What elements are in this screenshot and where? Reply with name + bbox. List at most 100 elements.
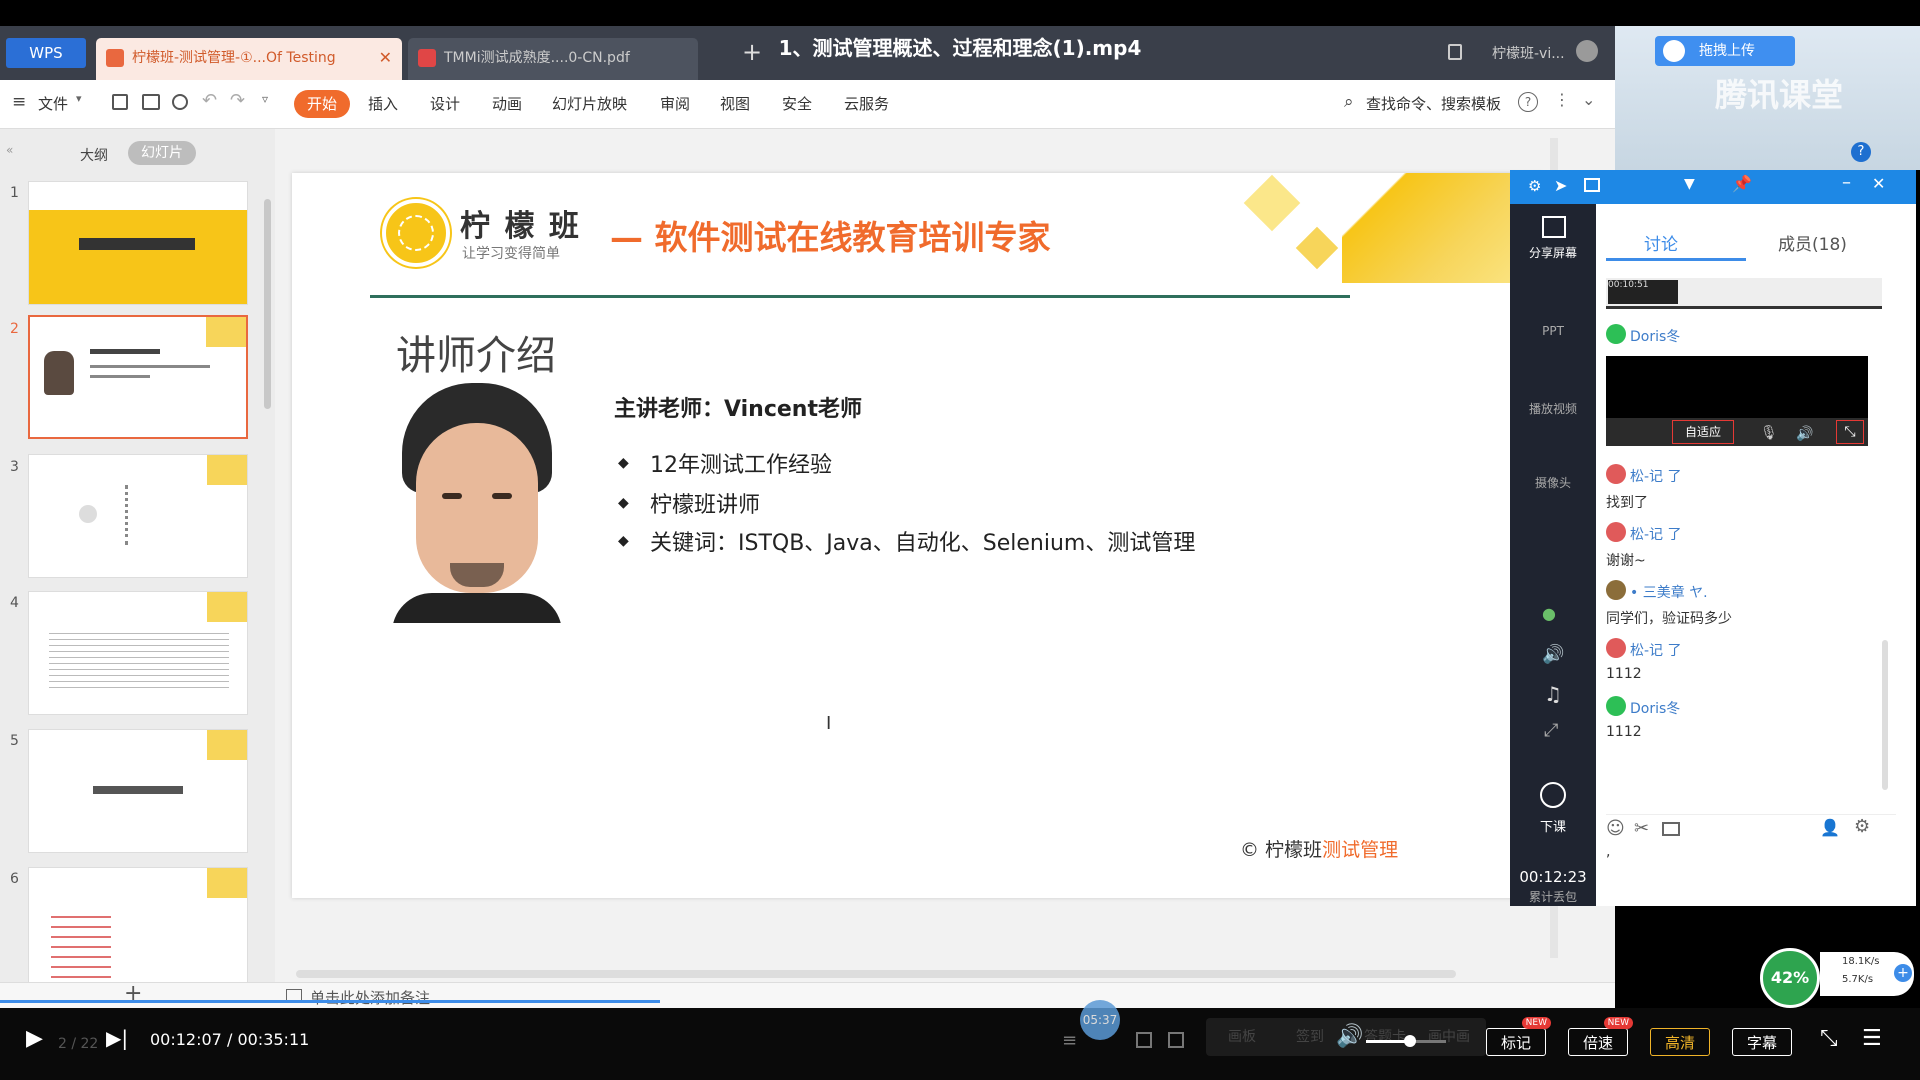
volume-icon[interactable]: 🔊	[1336, 1024, 1363, 1049]
help-icon[interactable]: ?	[1851, 142, 1871, 162]
split-view-icon[interactable]	[1168, 1032, 1184, 1048]
exit-fullscreen-icon[interactable]: ⤡	[1836, 420, 1864, 444]
collapse-panel-icon[interactable]: «	[6, 143, 13, 157]
video-message[interactable]: 自适应 🎙 🔊 ⤡	[1606, 356, 1868, 446]
slide-thumbnail-3[interactable]	[28, 454, 248, 578]
slide-thumbnail-4[interactable]	[28, 591, 248, 715]
help-icon[interactable]: ?	[1518, 92, 1538, 112]
minimize-icon[interactable]: –	[1842, 172, 1851, 193]
menu-view[interactable]: 视图	[720, 93, 750, 114]
upload-button[interactable]: 拖拽上传	[1655, 36, 1795, 66]
menu-cloud[interactable]: 云服务	[844, 93, 889, 114]
send-icon[interactable]: ➤	[1554, 176, 1567, 195]
tab-outline[interactable]: 大纲	[80, 145, 108, 165]
menu-review[interactable]: 审阅	[660, 93, 690, 114]
fullscreen-icon[interactable]: ⤢	[1544, 720, 1558, 741]
mic-off-icon[interactable]: 🎙	[1760, 425, 1778, 441]
speed-button[interactable]: 倍速 NEW	[1568, 1017, 1633, 1056]
menu-security[interactable]: 安全	[782, 93, 812, 114]
share-screen-icon[interactable]	[1542, 216, 1566, 238]
share-window-icon[interactable]	[1584, 178, 1600, 192]
close-icon[interactable]: ✕	[379, 38, 392, 78]
undo-icon[interactable]: ↶	[202, 90, 217, 111]
volume-slider[interactable]	[1366, 1035, 1446, 1047]
chat-input[interactable]: ,	[1606, 844, 1866, 884]
notes-placeholder[interactable]: 单击此处添加备注	[310, 987, 430, 1008]
menu-animation[interactable]: 动画	[492, 93, 522, 114]
slide-canvas[interactable]: 柠 檬 班 让学习变得简单 — 软件测试在线教育培训专家 讲师介绍 主讲老师：V…	[292, 173, 1542, 898]
quality-button[interactable]: 高清	[1650, 1028, 1710, 1056]
menu-slideshow[interactable]: 幻灯片放映	[552, 93, 627, 114]
microphone-icon[interactable]: ●	[1542, 604, 1556, 623]
upload-speed: 18.1K/s	[1842, 956, 1880, 967]
mark-button[interactable]: 标记 NEW	[1486, 1017, 1551, 1056]
user-avatar[interactable]	[1576, 40, 1598, 62]
play-icon[interactable]: ▶	[26, 1026, 43, 1051]
chevron-down-icon[interactable]: ▾	[76, 92, 82, 105]
grid-icon[interactable]	[1136, 1032, 1152, 1048]
next-icon[interactable]: ▶|	[106, 1026, 128, 1050]
music-icon[interactable]: ♫	[1544, 682, 1562, 706]
emoji-icon[interactable]: ☺	[1606, 818, 1625, 839]
camera-label[interactable]: 摄像头	[1510, 474, 1596, 491]
user-settings-icon[interactable]: 👤	[1820, 818, 1840, 837]
search-command[interactable]: 查找命令、搜索模板	[1366, 93, 1501, 114]
slide-thumbnail-6[interactable]	[28, 867, 248, 987]
speaker-icon[interactable]: 🔊	[1542, 644, 1564, 665]
user-name[interactable]: 柠檬班-vi...	[1492, 43, 1565, 63]
play-video-label[interactable]: 播放视频	[1510, 400, 1596, 417]
chevron-down-icon[interactable]: ▼	[1684, 176, 1695, 192]
add-icon[interactable]: +	[1894, 964, 1912, 982]
tab-pdf-document[interactable]: TMMi测试成熟度....0-CN.pdf	[408, 38, 698, 80]
close-icon[interactable]: ✕	[1872, 174, 1885, 193]
print-icon[interactable]	[142, 94, 160, 110]
ppt-label[interactable]: PPT	[1510, 324, 1596, 338]
share-screen-label[interactable]: 分享屏幕	[1510, 244, 1596, 261]
scissors-icon[interactable]: ✂	[1634, 818, 1649, 839]
save-icon[interactable]	[112, 94, 128, 110]
quick-access-dropdown-icon[interactable]: ▿	[262, 92, 268, 106]
page-indicator: 2 / 22	[58, 1036, 99, 1052]
horizontal-scrollbar[interactable]	[296, 970, 1456, 978]
tab-discussion[interactable]: 讨论	[1644, 230, 1678, 255]
slide-thumbnail-2[interactable]	[28, 315, 248, 439]
playlist-icon[interactable]: ☰	[1862, 1026, 1882, 1051]
print-preview-icon[interactable]	[172, 94, 188, 110]
list-icon[interactable]: ≡	[1062, 1030, 1077, 1051]
gear-icon[interactable]: ⚙	[1528, 177, 1541, 195]
wps-logo[interactable]: WPS	[6, 38, 86, 68]
slide-thumbnail-5[interactable]	[28, 729, 248, 853]
menu-design[interactable]: 设计	[430, 93, 460, 114]
more-icon[interactable]: ⋮	[1554, 90, 1570, 109]
subtitle-button[interactable]: 字幕	[1732, 1028, 1792, 1056]
redo-icon[interactable]: ↷	[230, 90, 245, 111]
answer-card-tool[interactable]: 答题卡	[1364, 1026, 1406, 1046]
gear-icon[interactable]: ⚙	[1854, 816, 1870, 837]
video-fit-button[interactable]: 自适应	[1672, 420, 1734, 444]
volume-icon[interactable]: 🔊	[1796, 426, 1813, 442]
image-icon[interactable]	[1662, 822, 1680, 836]
end-class-icon[interactable]	[1540, 782, 1566, 808]
menu-file[interactable]: 文件	[38, 93, 68, 114]
slide-thumbnail-1[interactable]	[28, 181, 248, 305]
panel-scrollbar[interactable]	[264, 199, 271, 409]
menu-start[interactable]: 开始	[294, 90, 350, 118]
tab-members[interactable]: 成员(18)	[1778, 230, 1847, 255]
tab-slides[interactable]: 幻灯片	[128, 141, 196, 165]
progress-bar-played[interactable]	[0, 1000, 660, 1003]
picture-in-picture-tool[interactable]: 画中画	[1428, 1026, 1470, 1046]
menu-insert[interactable]: 插入	[368, 93, 398, 114]
chat-scrollbar[interactable]	[1882, 640, 1888, 790]
cpu-usage-meter[interactable]: 42%	[1760, 948, 1820, 1008]
exit-fullscreen-icon[interactable]: ⤡	[1820, 1026, 1838, 1051]
collapse-ribbon-icon[interactable]: ⌄	[1582, 90, 1595, 109]
checkin-tool[interactable]: 签到	[1296, 1026, 1324, 1046]
window-mode-icon[interactable]	[1448, 44, 1462, 60]
tab-ppt-document[interactable]: 柠檬班-测试管理-①...Of Testing ✕	[96, 38, 402, 80]
whiteboard-tool[interactable]: 画板	[1228, 1026, 1256, 1046]
chat-screenshot[interactable]: 00:10:51	[1606, 278, 1882, 309]
pin-icon[interactable]: 📌	[1732, 174, 1752, 193]
hamburger-icon[interactable]: ≡	[12, 92, 26, 112]
search-icon[interactable]: ⌕	[1344, 92, 1354, 112]
end-class-label[interactable]: 下课	[1510, 816, 1596, 835]
